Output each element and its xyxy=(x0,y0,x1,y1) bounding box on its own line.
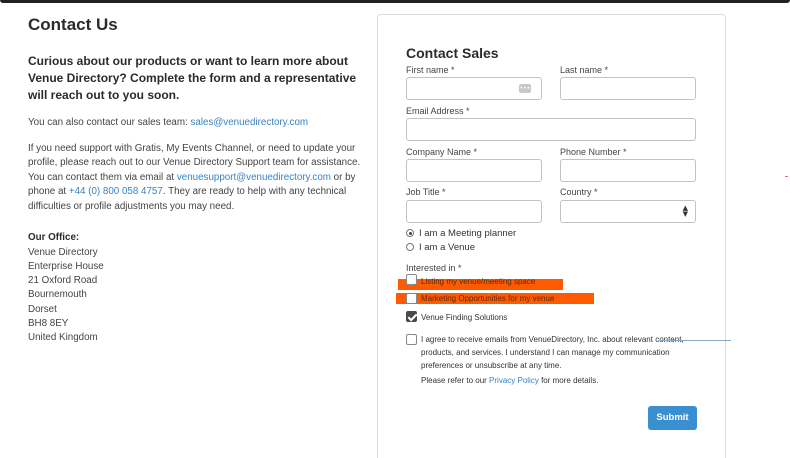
form-title: Contact Sales xyxy=(406,45,499,61)
stray-line xyxy=(658,340,731,341)
support-email-link[interactable]: venuesupport@venuedirectory.com xyxy=(177,172,331,183)
top-bar xyxy=(0,0,790,3)
lead-text: Curious about our products or want to le… xyxy=(28,54,357,102)
first-name-label: First name * xyxy=(406,65,455,75)
company-label: Company Name * xyxy=(406,147,478,157)
interested-label: Interested in * xyxy=(406,263,462,273)
office-line: Dorset xyxy=(28,303,57,315)
job-title-field[interactable] xyxy=(406,200,542,223)
support-phone-link[interactable]: +44 (0) 800 058 4757 xyxy=(69,186,163,197)
autofill-keyboard-icon[interactable]: ••• xyxy=(519,84,531,93)
sales-paragraph: You can also contact our sales team: sal… xyxy=(28,116,368,131)
office-title: Our Office: xyxy=(28,232,80,243)
sales-email-link[interactable]: sales@venuedirectory.com xyxy=(190,117,308,128)
privacy-policy-link[interactable]: Privacy Policy xyxy=(489,376,539,385)
job-title-label: Job Title * xyxy=(406,187,446,197)
support-paragraph: If you need support with Gratis, My Even… xyxy=(28,142,368,215)
listing-venue-checkbox[interactable] xyxy=(406,274,417,285)
country-label: Country * xyxy=(560,187,598,197)
consent-checkbox[interactable] xyxy=(406,334,417,345)
contact-sales-form: Contact Sales First name * ••• Last name… xyxy=(377,14,726,458)
listing-venue-label[interactable]: Listing my venue/meeting space xyxy=(421,277,535,286)
venue-finding-label[interactable]: Venue Finding Solutions xyxy=(421,313,507,322)
office-line: 21 Oxford Road xyxy=(28,275,98,287)
consent-text: I agree to receive emails from VenueDire… xyxy=(421,335,684,370)
marketing-checkbox[interactable] xyxy=(406,293,417,304)
meeting-planner-radio[interactable] xyxy=(406,229,414,237)
email-field[interactable] xyxy=(406,118,696,141)
select-arrows-icon: ▲ ▼ xyxy=(682,204,688,218)
submit-button[interactable]: Submit xyxy=(648,406,697,430)
sales-prefix: You can also contact our sales team: xyxy=(28,117,191,128)
stray-dot xyxy=(785,176,788,177)
country-select[interactable]: ▲ ▼ xyxy=(560,200,696,223)
phone-field[interactable] xyxy=(560,159,696,182)
contact-info-column: Contact Us Curious about our products or… xyxy=(28,15,368,346)
page-title: Contact Us xyxy=(28,15,118,34)
meeting-planner-label[interactable]: I am a Meeting planner xyxy=(419,228,516,239)
office-line: BH8 8EY xyxy=(28,317,69,329)
company-field[interactable] xyxy=(406,159,542,182)
phone-label: Phone Number * xyxy=(560,147,627,157)
office-line: Enterprise House xyxy=(28,260,104,272)
privacy-note: Please refer to our Privacy Policy for m… xyxy=(421,376,598,385)
privacy-suffix: for more details. xyxy=(538,376,599,385)
last-name-label: Last name * xyxy=(560,65,609,75)
venue-radio[interactable] xyxy=(406,243,414,251)
office-line: Bournemouth xyxy=(28,289,87,301)
office-line: Venue Directory xyxy=(28,246,98,258)
privacy-prefix: Please refer to our xyxy=(421,376,490,385)
venue-finding-checkbox[interactable] xyxy=(406,311,417,322)
venue-label[interactable]: I am a Venue xyxy=(419,242,475,253)
marketing-label[interactable]: Marketing Opportunities for my venue xyxy=(421,294,554,303)
last-name-field[interactable] xyxy=(560,77,696,100)
first-name-field[interactable]: ••• xyxy=(406,77,542,100)
office-line: United Kingdom xyxy=(28,332,98,344)
email-label: Email Address * xyxy=(406,106,470,116)
